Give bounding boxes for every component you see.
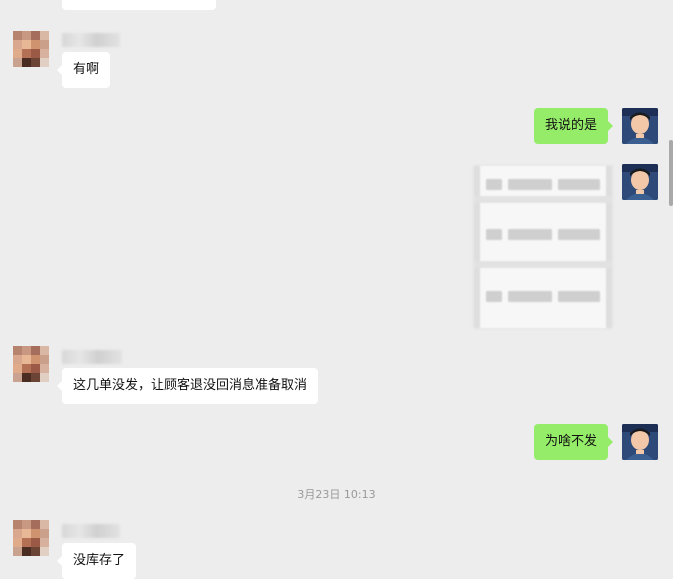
chat-message-list: 有啊 我说的是 这几单没发，让顾客退没回消息准备取消 为啥不发 3月23日 10… [0,0,673,579]
user-avatar[interactable] [622,164,658,200]
message-bubble[interactable]: 没库存了 [56,543,137,579]
message-text: 有啊 [73,62,100,77]
message-bubble[interactable]: 为啥不发 [533,424,614,460]
message-bubble-partial[interactable] [62,0,216,10]
user-avatar[interactable] [622,108,658,144]
scrollbar-thumb[interactable] [669,140,673,206]
message-bubble[interactable]: 有啊 [56,52,111,88]
message-text: 这几单没发，让顾客退没回消息准备取消 [73,378,308,393]
contact-avatar[interactable] [13,346,49,382]
contact-name-blurred [62,350,122,364]
image-message[interactable] [474,166,612,328]
user-avatar-icon [622,164,658,200]
message-text: 为啥不发 [544,434,597,449]
contact-avatar[interactable] [13,31,49,67]
message-bubble[interactable]: 我说的是 [533,108,614,144]
user-avatar[interactable] [622,424,658,460]
message-text: 没库存了 [73,553,126,568]
message-bubble[interactable]: 这几单没发，让顾客退没回消息准备取消 [56,368,319,404]
user-avatar-icon [622,424,658,460]
contact-name-blurred [62,33,120,47]
message-timestamp: 3月23日 10:13 [297,488,376,501]
contact-avatar[interactable] [13,520,49,556]
contact-name-blurred [62,524,120,538]
user-avatar-icon [622,108,658,144]
message-text: 我说的是 [544,118,597,133]
